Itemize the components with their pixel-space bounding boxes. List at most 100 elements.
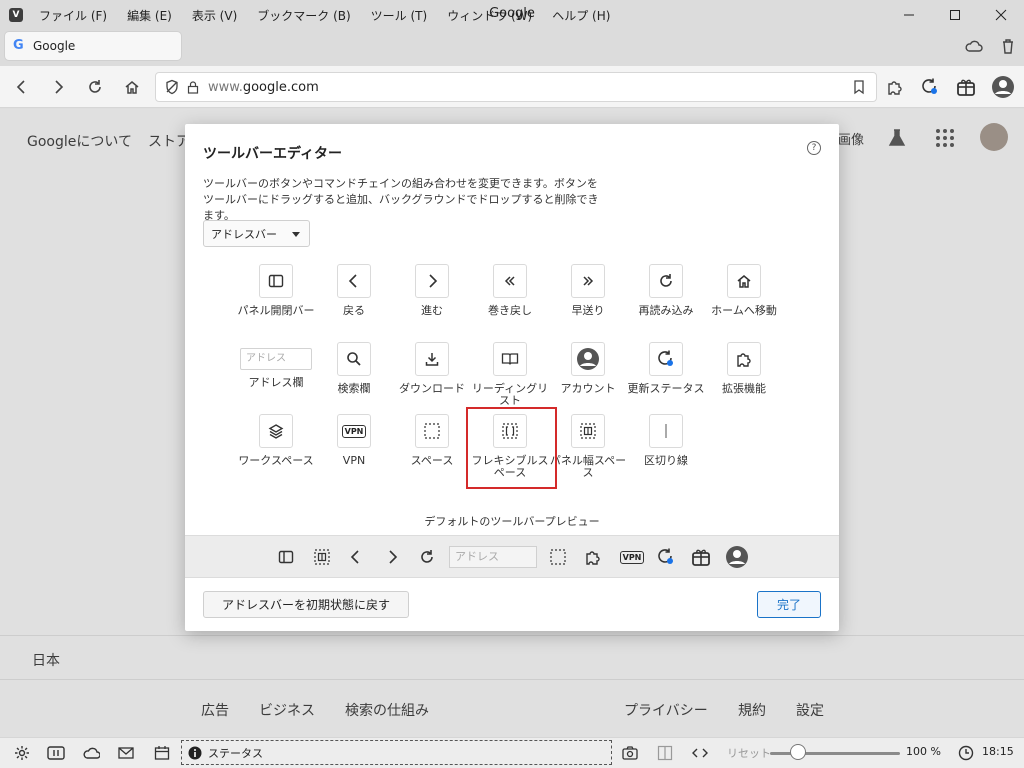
preview-address-field[interactable]: アドレス (449, 546, 537, 568)
item-separator[interactable]: 区切り線 (627, 414, 705, 467)
footer-link-privacy[interactable]: プライバシー (624, 700, 708, 720)
item-home[interactable]: ホームへ移動 (705, 264, 783, 317)
item-reload[interactable]: 再読み込み (627, 264, 705, 317)
url-host: www. (208, 79, 243, 95)
zoom-reset-label[interactable]: リセット (727, 745, 771, 761)
preview-reload-icon[interactable] (417, 547, 437, 567)
camera-icon[interactable] (621, 744, 639, 762)
preview-space-icon[interactable] (548, 547, 568, 567)
lock-icon[interactable] (186, 80, 200, 94)
item-space[interactable]: スペース (393, 414, 471, 467)
menu-bookmarks[interactable]: ブックマーク (B) (257, 7, 350, 24)
preview-panel-toggle-icon[interactable] (276, 547, 296, 567)
sync-cloud-icon[interactable] (964, 36, 984, 56)
page-tiling-icon[interactable] (656, 744, 674, 762)
google-profile-avatar[interactable] (980, 123, 1008, 151)
item-vpn[interactable]: VPN VPN (315, 414, 393, 467)
maximize-button[interactable] (932, 0, 978, 30)
panel-width-space-icon (571, 414, 605, 448)
back-button[interactable] (12, 77, 32, 97)
item-update-status[interactable]: 更新ステータス (627, 342, 705, 395)
item-label: 拡張機能 (722, 382, 766, 395)
account-avatar-icon (992, 76, 1014, 98)
item-search-field[interactable]: 検索欄 (315, 342, 393, 395)
panel-toggle-icon[interactable] (47, 744, 65, 762)
preview-vpn-icon[interactable]: VPN (617, 547, 647, 567)
vivaldi-logo-icon[interactable]: V (9, 8, 23, 22)
calendar-icon[interactable] (153, 744, 171, 762)
extensions-button[interactable] (885, 77, 905, 97)
item-label: アカウント (560, 382, 616, 395)
menu-file[interactable]: ファイル (F) (39, 7, 107, 24)
help-icon[interactable]: ? (807, 141, 821, 155)
footer-link-settings[interactable]: 設定 (796, 700, 824, 720)
item-fast-forward[interactable]: 早送り (549, 264, 627, 317)
google-images-link[interactable]: 画像 (838, 129, 864, 148)
forward-button[interactable] (48, 77, 68, 97)
code-icon[interactable] (691, 744, 709, 762)
item-account[interactable]: アカウント (549, 342, 627, 395)
address-field-preview: アドレス (240, 348, 312, 370)
footer-link-how-search-works[interactable]: 検索の仕組み (345, 700, 429, 720)
url-field[interactable]: www.google.com (155, 72, 877, 102)
menu-view[interactable]: 表示 (V) (192, 7, 237, 24)
preview-forward-icon[interactable] (382, 547, 402, 567)
item-reading-list[interactable]: リーディングリスト (471, 342, 549, 407)
labs-flask-icon[interactable] (887, 128, 907, 148)
item-label: リーディングリスト (471, 382, 549, 407)
minimize-button[interactable] (886, 0, 932, 30)
menu-tools[interactable]: ツール (T) (371, 7, 428, 24)
preview-account-avatar-icon[interactable] (725, 545, 749, 569)
item-extensions[interactable]: 拡張機能 (705, 342, 783, 395)
footer-link-ads[interactable]: 広告 (201, 700, 229, 720)
item-label: 進む (421, 304, 443, 317)
done-button[interactable]: 完了 (757, 591, 821, 618)
item-workspaces[interactable]: ワークスペース (237, 414, 315, 467)
preview-update-status-icon[interactable] (656, 547, 676, 567)
toolbar-select[interactable]: アドレスバー (203, 220, 310, 247)
update-status-button[interactable] (920, 77, 940, 97)
trash-icon[interactable] (998, 36, 1018, 56)
zoom-slider-handle[interactable] (790, 744, 806, 760)
zoom-level: 100 % (906, 745, 941, 758)
account-button[interactable] (991, 75, 1015, 99)
item-label: 区切り線 (644, 454, 688, 467)
item-forward[interactable]: 進む (393, 264, 471, 317)
item-label: 更新ステータス (627, 382, 705, 395)
reset-toolbar-button[interactable]: アドレスバーを初期状態に戻す (203, 591, 410, 618)
google-store-link[interactable]: ストア (148, 131, 190, 151)
item-downloads[interactable]: ダウンロード (393, 342, 471, 395)
footer-link-business[interactable]: ビジネス (259, 700, 315, 720)
sync-cloud-icon[interactable] (82, 744, 100, 762)
preview-gift-icon[interactable] (691, 547, 711, 567)
home-button[interactable] (122, 77, 142, 97)
home-icon (125, 81, 139, 94)
forward-icon (415, 264, 449, 298)
settings-gear-icon[interactable] (13, 744, 31, 762)
preview-panel-width-space-icon[interactable] (312, 547, 332, 567)
menu-window[interactable]: ウィンドウ (W) (447, 7, 532, 24)
item-address-field[interactable]: アドレス アドレス欄 (237, 342, 315, 389)
menu-help[interactable]: ヘルプ (H) (552, 7, 610, 24)
apps-grid-icon[interactable] (935, 128, 955, 148)
reload-button[interactable] (85, 77, 105, 97)
item-back[interactable]: 戻る (315, 264, 393, 317)
item-panel-width-space[interactable]: パネル幅スペース (549, 414, 627, 479)
item-rewind[interactable]: 巻き戻し (471, 264, 549, 317)
gift-button[interactable] (956, 77, 976, 97)
clock-icon[interactable] (957, 744, 975, 762)
preview-puzzle-icon[interactable] (583, 547, 603, 567)
menu-edit[interactable]: 編集 (E) (127, 7, 172, 24)
preview-back-icon[interactable] (346, 547, 366, 567)
item-label: ホームへ移動 (711, 304, 777, 317)
home-icon (727, 264, 761, 298)
footer-link-terms[interactable]: 規約 (738, 700, 766, 720)
account-avatar-icon (571, 342, 605, 376)
tracker-block-icon[interactable] (164, 79, 180, 95)
tab-google[interactable]: G Google (5, 32, 181, 60)
bookmark-icon[interactable] (852, 79, 866, 95)
mail-icon[interactable] (117, 744, 135, 762)
item-panel-toggle[interactable]: パネル開閉バー (237, 264, 315, 317)
close-window-button[interactable] (978, 0, 1024, 30)
google-about-link[interactable]: Googleについて (27, 131, 132, 151)
